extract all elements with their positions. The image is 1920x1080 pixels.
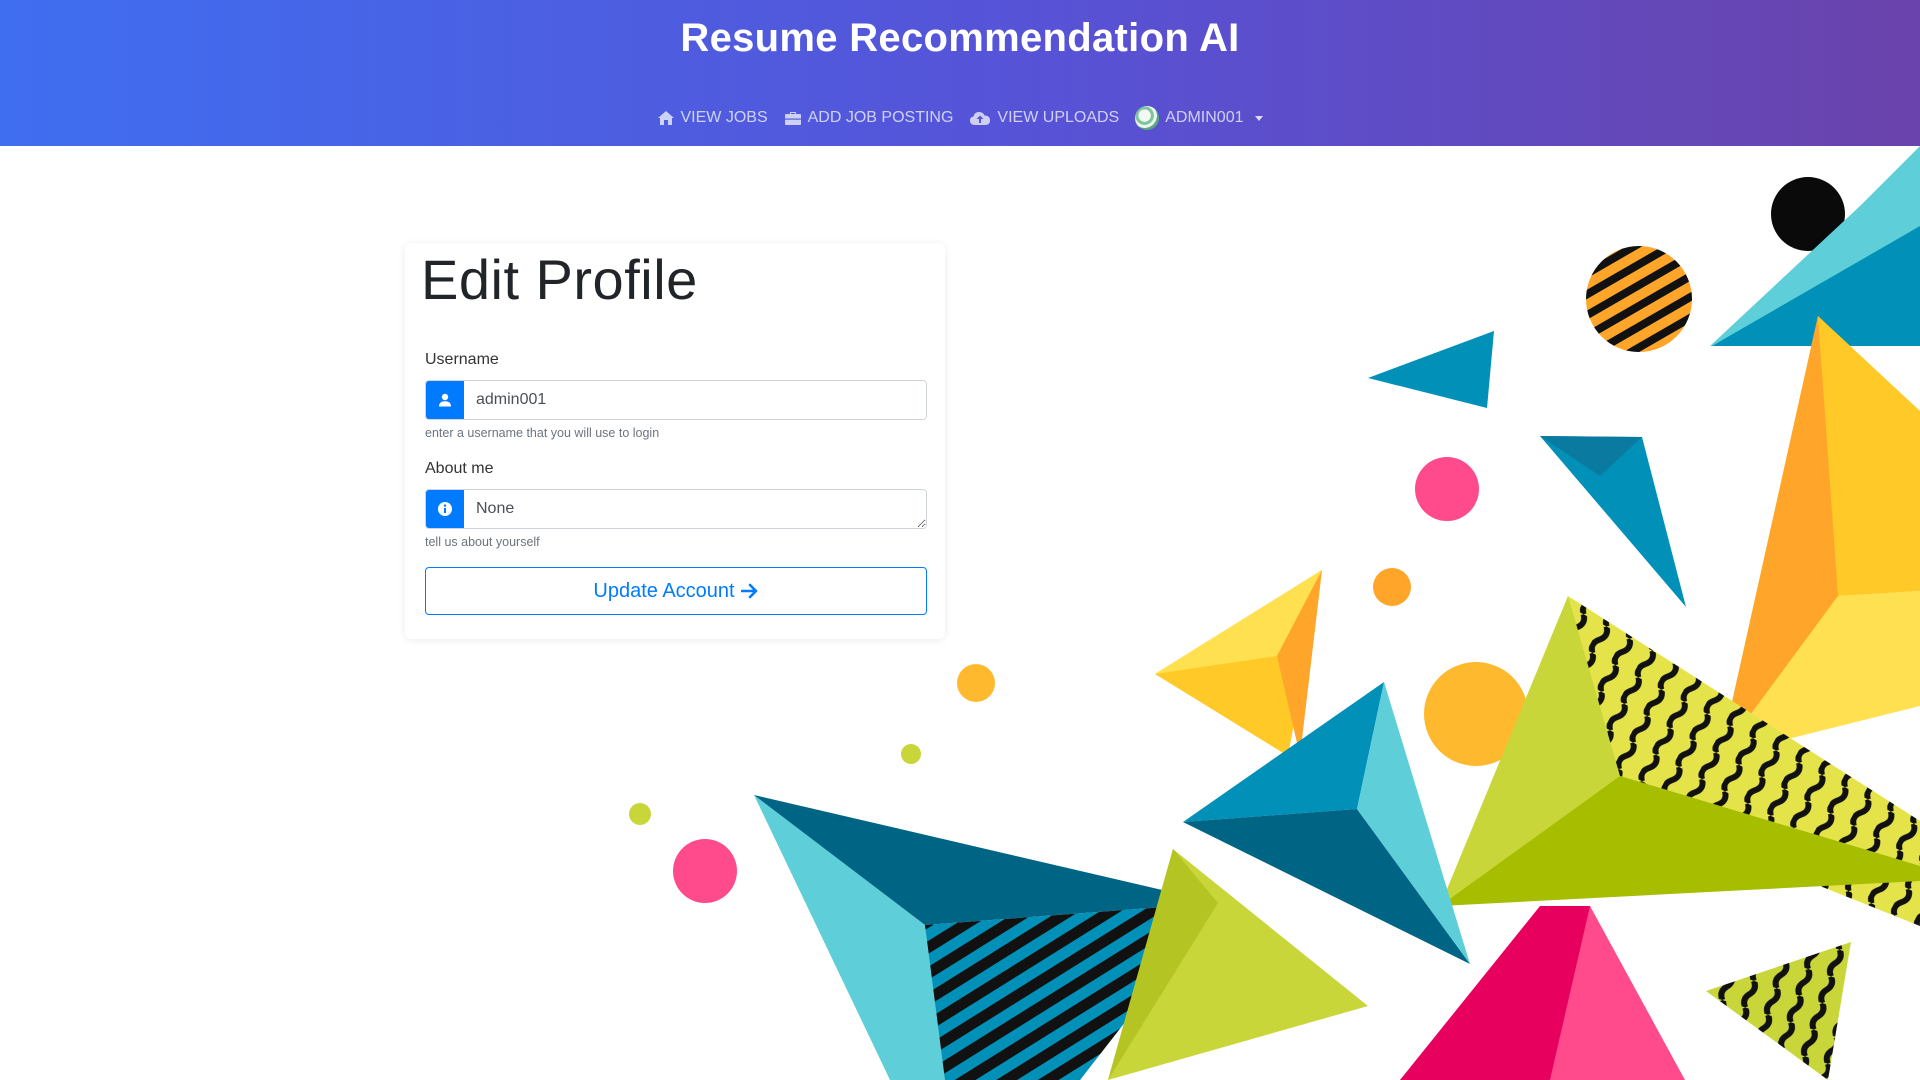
nav-view-uploads[interactable]: VIEW UPLOADS <box>969 109 1119 127</box>
nav-view-jobs[interactable]: VIEW JOBS <box>657 109 768 127</box>
edit-profile-card: Edit Profile Username enter a username t… <box>405 243 945 639</box>
decorative-background-art <box>629 146 1920 1080</box>
username-label: Username <box>425 351 499 368</box>
update-account-label: Update Account <box>593 579 735 602</box>
about-textarea[interactable]: None <box>464 490 926 528</box>
avatar <box>1135 106 1160 130</box>
nav-view-uploads-label: VIEW UPLOADS <box>997 109 1120 126</box>
main-nav: VIEW JOBS ADD JOB POSTING VIEW UPLOADS A… <box>0 106 1920 130</box>
app-title[interactable]: Resume Recommendation AI <box>0 16 1920 61</box>
top-navbar: Resume Recommendation AI VIEW JOBS ADD J… <box>0 0 1920 146</box>
pink-dot-shape <box>673 839 737 903</box>
briefcase-icon <box>784 112 801 125</box>
username-help-text: enter a username that you will use to lo… <box>425 426 660 440</box>
username-input-group <box>425 380 927 420</box>
user-icon <box>426 381 464 419</box>
caret-down-icon <box>1255 115 1264 121</box>
page-title: Edit Profile <box>421 248 698 311</box>
lime-dot-shape <box>901 744 921 764</box>
orange-dot-shape <box>1373 568 1411 606</box>
nav-add-job-posting[interactable]: ADD JOB POSTING <box>784 109 954 127</box>
about-label: About me <box>425 460 494 477</box>
about-help-text: tell us about yourself <box>425 535 540 549</box>
user-menu-dropdown[interactable]: ADMIN001 <box>1135 106 1264 130</box>
nav-view-jobs-label: VIEW JOBS <box>680 109 768 126</box>
teal-triangle-shape <box>1368 331 1494 408</box>
pink-dot-shape <box>1415 457 1479 521</box>
arrow-right-icon <box>740 583 757 599</box>
striped-circle-shape <box>1586 246 1692 352</box>
lime-dot-shape <box>629 803 651 825</box>
home-icon <box>657 111 674 125</box>
nav-add-job-posting-label: ADD JOB POSTING <box>807 109 954 126</box>
cloud-upload-icon <box>970 112 991 125</box>
update-account-button[interactable]: Update Account <box>425 567 927 615</box>
wavy-stripe-shape <box>1706 942 1851 1080</box>
info-icon <box>426 490 464 528</box>
username-input[interactable] <box>464 381 926 419</box>
about-input-group: None <box>425 489 927 529</box>
orange-dot-shape <box>957 664 995 702</box>
user-menu-label: ADMIN001 <box>1165 109 1244 126</box>
